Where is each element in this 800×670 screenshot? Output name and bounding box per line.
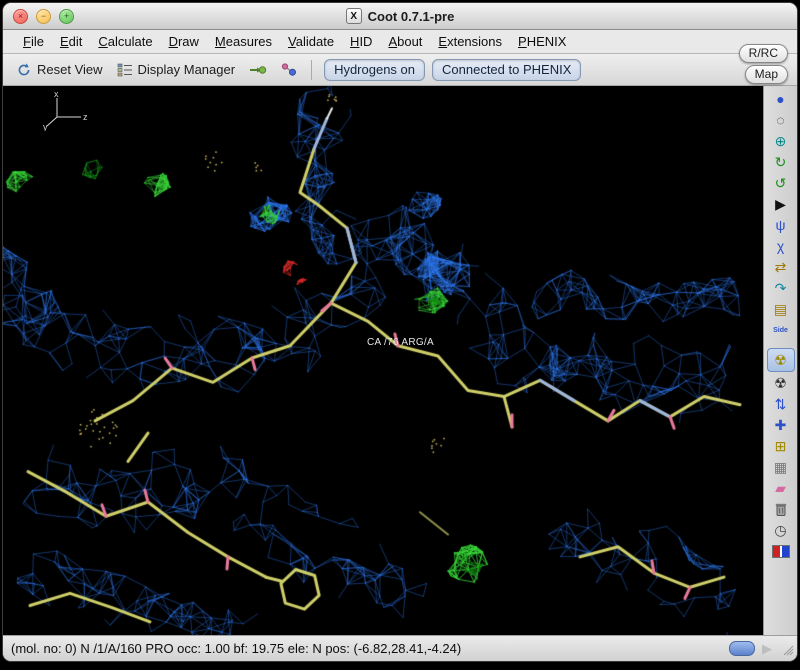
menu-item-draw[interactable]: Draw (161, 32, 207, 51)
menu-item-phenix[interactable]: PHENIX (510, 32, 574, 51)
display-manager-button[interactable]: Display Manager (112, 59, 241, 81)
traffic-lights: × − + (13, 3, 74, 29)
chi-angles-icon[interactable]: χ (768, 236, 794, 256)
gl-canvas[interactable] (3, 86, 763, 635)
regularize-radiation-icon[interactable]: ☢ (768, 373, 794, 393)
add-atom-icon-glyph: ⊞ (774, 438, 787, 454)
rotamer-icon[interactable]: ↷ (768, 278, 794, 298)
swatch-graphic (771, 544, 790, 558)
display-manager-icon (117, 63, 132, 76)
status-text: (mol. no: 0) N /1/A/160 PRO occ: 1.00 bf… (11, 641, 462, 656)
rrc-button[interactable]: R/RC (738, 44, 788, 63)
regularize-radiation-icon-glyph: ☢ (774, 375, 787, 391)
toolbar: Reset View Display Manager Hydrogens on … (3, 54, 797, 86)
menu-item-extensions[interactable]: Extensions (430, 32, 510, 51)
side-chain-icon[interactable]: Side (768, 320, 794, 340)
app-window: × − + X Coot 0.7.1-pre File Edit Calculate… (2, 2, 798, 662)
close-button[interactable]: × (13, 8, 28, 24)
rotamer-icon-glyph: ↷ (774, 280, 787, 296)
phi-psi-icon[interactable]: ψ (768, 215, 794, 235)
display-manager-label: Display Manager (137, 62, 236, 77)
pep-flip-icon[interactable]: ⇅ (768, 394, 794, 414)
minimize-button[interactable]: − (36, 8, 51, 24)
side-chain-icon-glyph: Side (773, 326, 788, 334)
add-atom-icon[interactable]: ⊞ (768, 436, 794, 456)
chi-angles-icon-glyph: χ (776, 238, 785, 254)
phi-psi-icon-glyph: ψ (775, 217, 786, 233)
reset-view-label: Reset View (37, 62, 103, 77)
rotate-arrows-icon[interactable]: ↻ (768, 152, 794, 172)
rotate-arrows-icon-glyph: ↻ (774, 154, 787, 170)
flip-arrows-icon[interactable]: ⇄ (768, 257, 794, 277)
menu-item-edit[interactable]: Edit (52, 32, 90, 51)
mutate-icon[interactable]: ▦ (768, 457, 794, 477)
window-title: X Coot 0.7.1-pre (345, 8, 455, 24)
torsion-arrows-icon-glyph: ↺ (774, 175, 787, 191)
rotate-translate-icon[interactable]: ✚ (768, 415, 794, 435)
map-button[interactable]: Map (744, 65, 788, 84)
flip-arrows-icon-glyph: ⇄ (774, 259, 787, 275)
menu-bar: File Edit Calculate Draw Measures Validate HID… (3, 30, 797, 54)
menu-item-hid[interactable]: HID (342, 32, 380, 51)
play-icon-glyph: ▶ (775, 196, 786, 212)
sheet-icon-glyph: ▤ (773, 301, 788, 317)
refine-radiation-icon-glyph: ☢ (774, 352, 787, 368)
go-to-residue-icon (281, 63, 297, 76)
reset-view-button[interactable]: Reset View (11, 59, 108, 81)
play-icon[interactable]: ▶ (762, 641, 772, 657)
resize-grip[interactable] (779, 641, 794, 656)
window-title-text: Coot 0.7.1-pre (367, 8, 455, 24)
scrollbar-thumb[interactable] (729, 641, 755, 656)
phenix-toggle-button[interactable]: Connected to PHENIX (432, 58, 582, 81)
rotate-translate-icon-glyph: ✚ (774, 417, 787, 433)
hydrogens-toggle-button[interactable]: Hydrogens on (324, 58, 426, 81)
right-toolbar: ● ◌ ⊕ ↻ ↺ ▶ ψ χ ⇄ ↷ ▤ Side ☢ ☢ ⇅ ✚ ⊞ ▦ ▰ ◷ (763, 86, 797, 635)
torsion-arrows-icon[interactable]: ↺ (768, 173, 794, 193)
main-area: x z y CA /76 ARG/A ● ◌ ⊕ ↻ ↺ ▶ ψ χ ⇄ ↷ ▤ Side ☢ ☢ ⇅ ✚ ⊞ ▦… (3, 86, 797, 635)
reset-view-icon (18, 62, 30, 75)
mutate-icon-glyph: ▦ (773, 459, 788, 475)
zoom-button[interactable]: + (59, 8, 74, 24)
go-to-atom-icon (250, 65, 267, 74)
translate-arrows-icon[interactable]: ⊕ (768, 131, 794, 151)
sheet-icon[interactable]: ▤ (768, 299, 794, 319)
clock-icon-glyph: ◷ (774, 522, 787, 538)
clock-icon[interactable]: ◷ (768, 520, 794, 540)
menu-item-measures[interactable]: Measures (207, 32, 280, 51)
eraser-icon[interactable]: ▰ (768, 478, 794, 498)
go-to-atom-button[interactable] (244, 60, 272, 80)
menu-item-calculate[interactable]: Calculate (90, 32, 160, 51)
menu-item-validate[interactable]: Validate (280, 32, 342, 51)
dashed-circle-icon[interactable]: ◌ (768, 110, 794, 130)
sphere-icon[interactable]: ● (768, 89, 794, 109)
gl-viewport: x z y CA /76 ARG/A (3, 86, 763, 635)
eraser-icon-glyph: ▰ (775, 480, 786, 496)
menu-item-about[interactable]: About (380, 32, 430, 51)
menu-item-file[interactable]: File (15, 32, 52, 51)
colours-swatch-icon[interactable] (768, 541, 794, 561)
desktop: { "window": { "title": "Coot 0.7.1-pre",… (0, 0, 800, 670)
translate-arrows-icon-glyph: ⊕ (774, 133, 787, 149)
sphere-icon-glyph: ● (776, 91, 785, 107)
toolbar-separator (311, 59, 313, 80)
trash-icon[interactable] (768, 499, 794, 519)
trash-glyph (775, 503, 786, 516)
refine-radiation-icon[interactable]: ☢ (766, 348, 795, 372)
go-to-residue-button[interactable] (276, 59, 302, 80)
dashed-circle-icon-glyph: ◌ (776, 112, 785, 128)
pep-flip-icon-glyph: ⇅ (774, 396, 787, 412)
status-bar: (mol. no: 0) N /1/A/160 PRO occ: 1.00 bf… (3, 635, 797, 661)
play-icon[interactable]: ▶ (768, 194, 794, 214)
x11-icon: X (345, 8, 362, 24)
title-bar[interactable]: × − + X Coot 0.7.1-pre (3, 3, 797, 30)
